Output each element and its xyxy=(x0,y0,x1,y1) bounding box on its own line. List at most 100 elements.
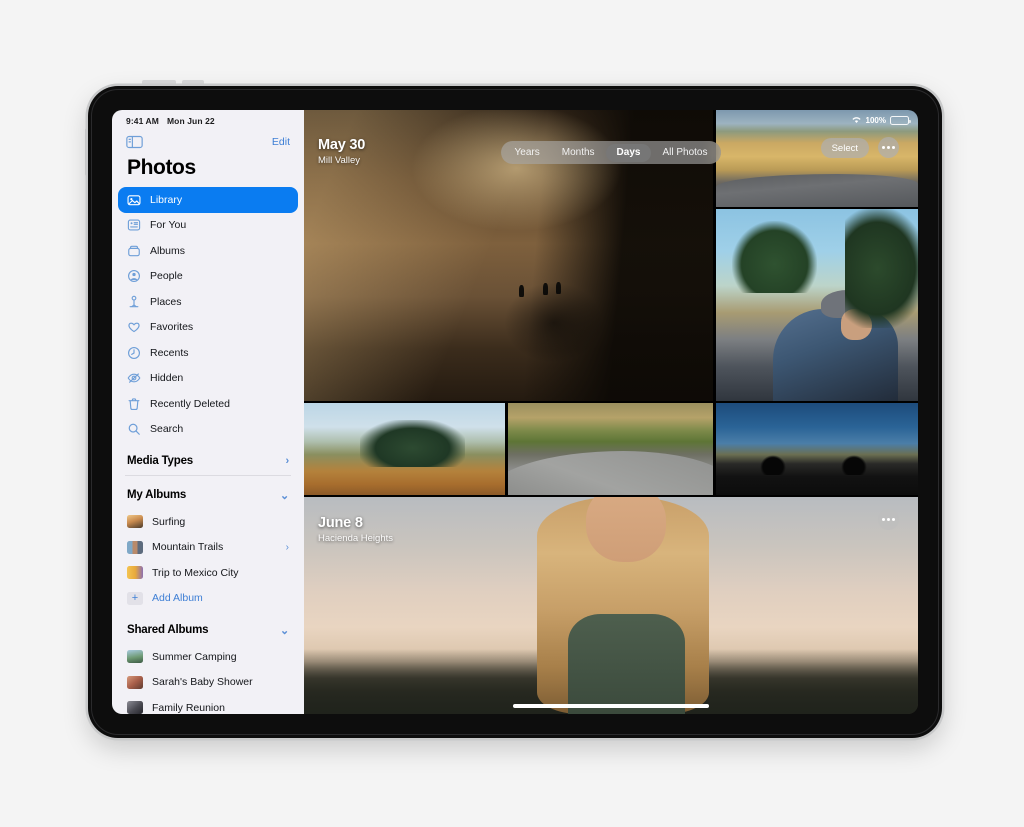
sidebar-item-label: For You xyxy=(150,219,187,232)
chevron-right-icon[interactable]: › xyxy=(286,542,289,553)
for-you-icon xyxy=(127,218,141,232)
segment-days[interactable]: Days xyxy=(605,143,652,162)
more-options-button-june[interactable] xyxy=(878,509,899,530)
sidebar-item-label: Recently Deleted xyxy=(150,397,230,410)
album-thumbnail xyxy=(127,650,143,664)
album-thumbnail xyxy=(127,540,143,554)
sidebar-item-label: Hidden xyxy=(150,372,184,385)
home-indicator[interactable] xyxy=(513,704,709,708)
battery-full-icon xyxy=(890,116,911,125)
album-thumbnail xyxy=(127,701,143,714)
day-group-header-june-8: June 8 Hacienda Heights xyxy=(318,515,393,544)
segment-all-photos[interactable]: All Photos xyxy=(651,144,718,162)
add-album-label: Add Album xyxy=(152,592,203,605)
section-header-media-types[interactable]: Media Types › xyxy=(112,447,304,475)
segment-years[interactable]: Years xyxy=(504,144,551,162)
status-date: Mon Jun 22 xyxy=(166,116,215,126)
chevron-right-icon[interactable]: › xyxy=(286,455,290,467)
day-group-header-may-30: May 30 Mill Valley xyxy=(318,137,365,166)
sidebar-item-people[interactable]: People xyxy=(118,264,298,290)
cyclist-silhouette-photo[interactable] xyxy=(716,403,918,495)
sidebar-item-favorites[interactable]: Favorites xyxy=(118,315,298,341)
day-group-date: May 30 xyxy=(318,137,366,153)
sidebar-item-label: Favorites xyxy=(150,321,194,334)
album-thumbnail xyxy=(127,515,143,529)
sidebar-item-hidden[interactable]: Hidden xyxy=(118,366,298,392)
ellipsis-dot xyxy=(892,518,895,521)
ellipsis-dot xyxy=(892,146,895,149)
sidebar-item-label: Places xyxy=(150,295,182,308)
edit-button[interactable]: Edit xyxy=(272,136,290,148)
album-label: Surfing xyxy=(152,515,186,528)
album-label: Summer Camping xyxy=(152,650,237,663)
page-title: Photos xyxy=(127,156,196,179)
sidebar-toggle-icon[interactable] xyxy=(126,135,143,149)
screenshot-stage: 9:41 AM Mon Jun 22 Edit Photos Library F… xyxy=(0,0,1024,827)
cyclist-portrait-photo[interactable] xyxy=(716,209,918,401)
foggy-forest-photo[interactable] xyxy=(304,403,505,495)
sidebar-item-recently-deleted[interactable]: Recently Deleted xyxy=(118,391,298,417)
album-thumbnail xyxy=(127,675,143,689)
sidebar-item-label: Recents xyxy=(150,346,189,359)
day-group-date: June 8 xyxy=(318,515,363,531)
more-options-button[interactable] xyxy=(878,137,899,158)
album-item-family-reunion[interactable]: Family Reunion xyxy=(112,695,304,714)
sidebar-header: Edit xyxy=(112,126,304,152)
eye-slash-icon xyxy=(127,371,141,385)
places-pin-icon xyxy=(127,295,141,309)
sidebar-item-search[interactable]: Search xyxy=(118,417,298,443)
battery-percent-label: 100% xyxy=(865,116,886,125)
album-item-trip-to-mexico-city[interactable]: Trip to Mexico City xyxy=(112,560,304,586)
chevron-down-icon[interactable]: ⌄ xyxy=(280,489,289,502)
section-header-shared-albums[interactable]: Shared Albums ⌄ xyxy=(112,616,304,644)
sidebar-item-places[interactable]: Places xyxy=(118,289,298,315)
sidebar: 9:41 AM Mon Jun 22 Edit Photos Library F… xyxy=(112,110,304,714)
day-group-location: Hacienda Heights xyxy=(318,533,393,544)
section-title: Shared Albums xyxy=(127,624,209,636)
sidebar-item-recents[interactable]: Recents xyxy=(118,340,298,366)
album-item-summer-camping[interactable]: Summer Camping xyxy=(112,644,304,670)
sidebar-item-label: People xyxy=(150,270,183,283)
section-title: My Albums xyxy=(127,489,187,501)
album-item-sarahs-baby-shower[interactable]: Sarah's Baby Shower xyxy=(112,670,304,696)
plus-icon: + xyxy=(127,591,143,605)
ellipsis-dot xyxy=(882,146,885,149)
sidebar-item-for-you[interactable]: For You xyxy=(118,213,298,239)
timeline-segmented-control[interactable]: Years Months Days All Photos xyxy=(501,141,721,164)
trash-icon xyxy=(127,397,141,411)
select-button[interactable]: Select xyxy=(820,138,869,158)
album-item-mountain-trails[interactable]: Mountain Trails › xyxy=(112,535,304,561)
sidebar-item-albums[interactable]: Albums xyxy=(118,238,298,264)
heart-icon xyxy=(127,320,141,334)
ellipsis-dot xyxy=(882,518,885,521)
photo-grid: May 30 Mill Valley June 8 Hacienda Heigh… xyxy=(304,110,918,714)
ipad-screen: 9:41 AM Mon Jun 22 Edit Photos Library F… xyxy=(112,110,918,714)
wifi-icon xyxy=(851,115,862,126)
section-title: Media Types xyxy=(127,455,193,467)
album-label: Mountain Trails xyxy=(152,541,224,554)
winding-road-photo[interactable] xyxy=(508,403,713,495)
segment-months[interactable]: Months xyxy=(551,144,606,162)
album-label: Family Reunion xyxy=(152,701,225,714)
chevron-down-icon[interactable]: ⌄ xyxy=(280,624,289,637)
status-time: 9:41 AM xyxy=(126,116,159,126)
photo-library-icon xyxy=(127,193,141,207)
section-divider xyxy=(125,475,291,476)
albums-icon xyxy=(127,244,141,258)
clock-icon xyxy=(127,346,141,360)
ipad-device-frame: 9:41 AM Mon Jun 22 Edit Photos Library F… xyxy=(88,86,942,738)
status-bar-right: 100% xyxy=(851,115,911,126)
add-album-button[interactable]: + Add Album xyxy=(112,586,304,612)
ellipsis-dot xyxy=(887,518,890,521)
album-label: Trip to Mexico City xyxy=(152,566,239,579)
day-group-location: Mill Valley xyxy=(318,155,361,166)
album-item-surfing[interactable]: Surfing xyxy=(112,509,304,535)
sunset-portrait-photo[interactable] xyxy=(304,497,918,714)
section-header-my-albums[interactable]: My Albums ⌄ xyxy=(112,481,304,509)
sidebar-nav: Library For You Albums People Places Fav… xyxy=(112,187,304,442)
album-thumbnail xyxy=(127,566,143,580)
album-label: Sarah's Baby Shower xyxy=(152,676,253,689)
sidebar-item-label: Albums xyxy=(150,244,186,257)
sidebar-item-label: Search xyxy=(150,423,184,436)
sidebar-item-library[interactable]: Library xyxy=(118,187,298,213)
